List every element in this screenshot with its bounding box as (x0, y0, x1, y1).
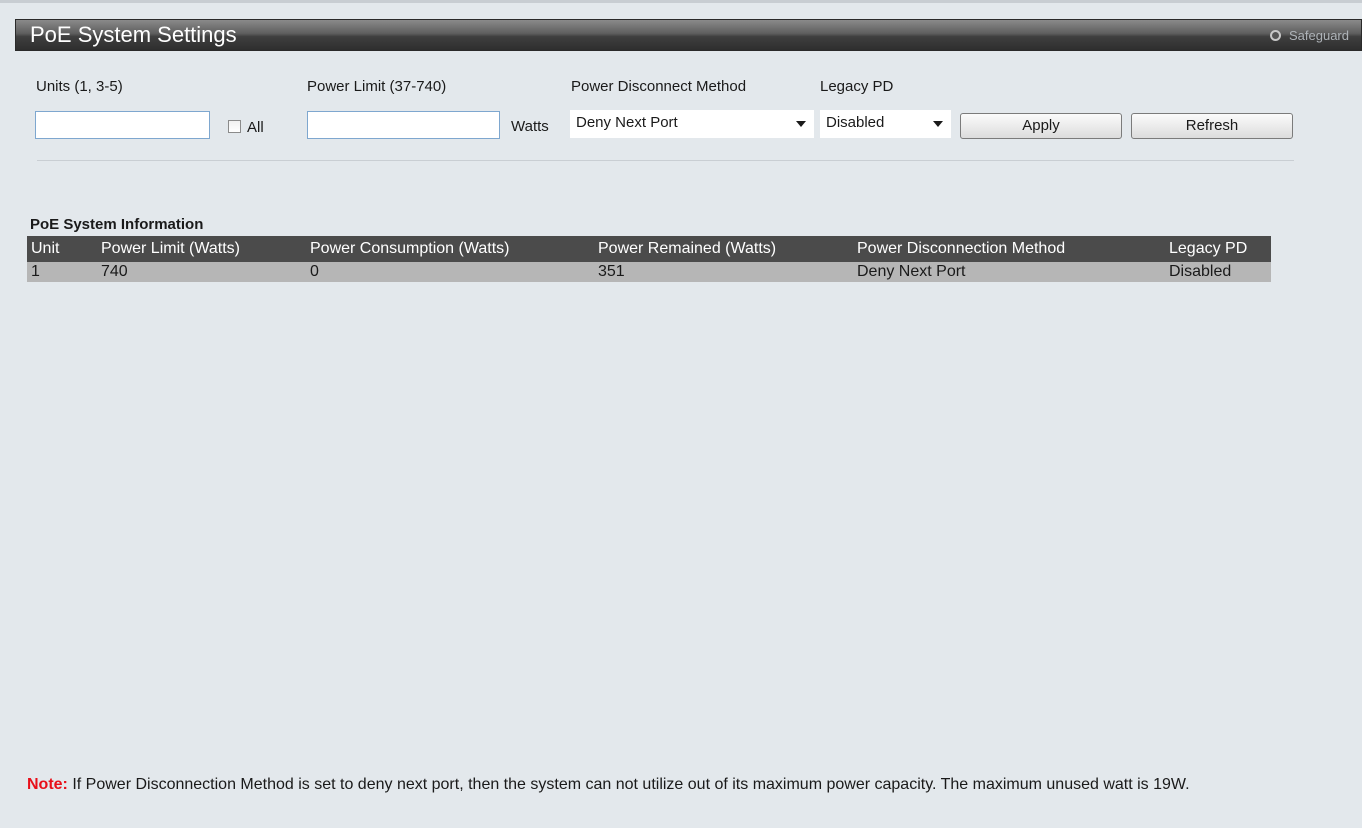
cell-power-disconnection-method: Deny Next Port (853, 262, 1165, 282)
divider (37, 160, 1294, 161)
column-header-power-consumption: Power Consumption (Watts) (306, 236, 594, 262)
watts-unit-label: Watts (511, 118, 549, 135)
units-input[interactable] (35, 111, 210, 139)
safeguard-indicator[interactable]: Safeguard (1270, 28, 1349, 43)
poe-system-information-title: PoE System Information (30, 216, 204, 233)
power-disconnect-method-select[interactable]: Deny Next Port (570, 110, 814, 138)
chevron-down-icon (796, 121, 806, 127)
legacy-pd-value: Disabled (826, 114, 885, 131)
cell-power-limit: 740 (97, 262, 306, 282)
cell-unit: 1 (27, 262, 97, 282)
note-label: Note: (27, 776, 68, 793)
table-row: 1 740 0 351 Deny Next Port Disabled (27, 262, 1271, 282)
page-title: PoE System Settings (30, 22, 237, 47)
power-limit-input[interactable] (307, 111, 500, 139)
power-disconnect-method-value: Deny Next Port (576, 114, 678, 131)
cell-legacy-pd: Disabled (1165, 262, 1271, 282)
power-limit-label: Power Limit (37-740) (307, 78, 447, 95)
table-header-row: Unit Power Limit (Watts) Power Consumpti… (27, 236, 1271, 262)
column-header-power-limit: Power Limit (Watts) (97, 236, 306, 262)
column-header-legacy-pd: Legacy PD (1165, 236, 1271, 262)
all-label: All (247, 119, 264, 136)
legacy-pd-label: Legacy PD (820, 78, 894, 95)
legacy-pd-select[interactable]: Disabled (820, 110, 951, 138)
apply-button[interactable]: Apply (960, 113, 1122, 139)
note-text: If Power Disconnection Method is set to … (67, 776, 1190, 793)
safeguard-label: Safeguard (1289, 28, 1349, 43)
column-header-power-remained: Power Remained (Watts) (594, 236, 853, 262)
top-border (0, 0, 1362, 3)
refresh-button[interactable]: Refresh (1131, 113, 1293, 139)
units-label: Units (1, 3-5) (36, 78, 123, 95)
column-header-power-disconnection-method: Power Disconnection Method (853, 236, 1165, 262)
page-title-bar: PoE System Settings Safeguard (15, 19, 1362, 51)
safeguard-status-icon (1270, 30, 1281, 41)
poe-system-information-table: Unit Power Limit (Watts) Power Consumpti… (27, 236, 1271, 282)
chevron-down-icon (933, 121, 943, 127)
cell-power-remained: 351 (594, 262, 853, 282)
cell-power-consumption: 0 (306, 262, 594, 282)
column-header-unit: Unit (27, 236, 97, 262)
power-disconnect-method-label: Power Disconnect Method (571, 78, 747, 95)
all-checkbox[interactable] (228, 120, 241, 133)
note: Note: If Power Disconnection Method is s… (27, 774, 1327, 796)
